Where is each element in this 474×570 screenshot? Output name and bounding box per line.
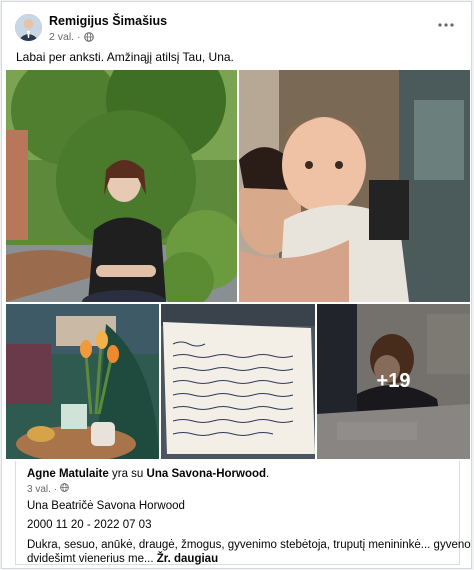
more-horizontal-icon — [438, 14, 454, 32]
with-text: yra su — [112, 468, 144, 480]
globe-icon — [83, 32, 94, 42]
photo-children[interactable] — [239, 70, 470, 302]
more-photos-count: +19 — [376, 370, 411, 392]
post-time[interactable]: 2 val. · — [49, 31, 81, 43]
post-meta: 2 val. · — [49, 31, 94, 43]
description-end: dvidešimt vienerius me... — [27, 553, 154, 565]
photo-handwritten-note[interactable] — [161, 304, 315, 459]
post-header: Remigijus Šimašius 2 val. · — [2, 2, 471, 44]
author-name[interactable]: Remigijus Šimašius — [49, 14, 167, 28]
shared-post-name: Una Beatričė Savona Horwood — [27, 500, 185, 512]
avatar[interactable] — [15, 14, 42, 41]
see-more-link[interactable]: Žr. daugiau — [157, 553, 218, 565]
more-options-button[interactable] — [435, 14, 457, 32]
post-card: Remigijus Šimašius 2 val. · Labai per an… — [1, 1, 472, 569]
more-photos-overlay[interactable]: +19 — [317, 304, 470, 459]
shared-author-name[interactable]: Agne Matulaite — [27, 468, 109, 480]
photo-tulips[interactable] — [6, 304, 159, 459]
shared-post-meta: 3 val. · — [27, 483, 69, 495]
shared-post-description-cont: dvidešimt vienerius me... Žr. daugiau — [27, 553, 218, 565]
photo-garden[interactable] — [6, 70, 237, 302]
globe-icon — [60, 483, 69, 495]
shared-post-description: Dukra, sesuo, anūkė, draugė, žmogus, gyv… — [27, 539, 471, 551]
post-text: Labai per anksti. Amžinąjį atilsį Tau, U… — [16, 50, 234, 64]
shared-post-dates: 2000 11 20 - 2022 07 03 — [27, 519, 152, 531]
photo-child-reading[interactable]: +19 — [317, 304, 470, 459]
shared-post-time[interactable]: 3 val. · — [27, 484, 57, 495]
shared-post-author-line: Agne Matulaite yra su Una Savona-Horwood… — [27, 468, 270, 480]
tagged-person[interactable]: Una Savona-Horwood — [147, 468, 266, 480]
shared-post[interactable]: Agne Matulaite yra su Una Savona-Horwood… — [15, 461, 471, 565]
